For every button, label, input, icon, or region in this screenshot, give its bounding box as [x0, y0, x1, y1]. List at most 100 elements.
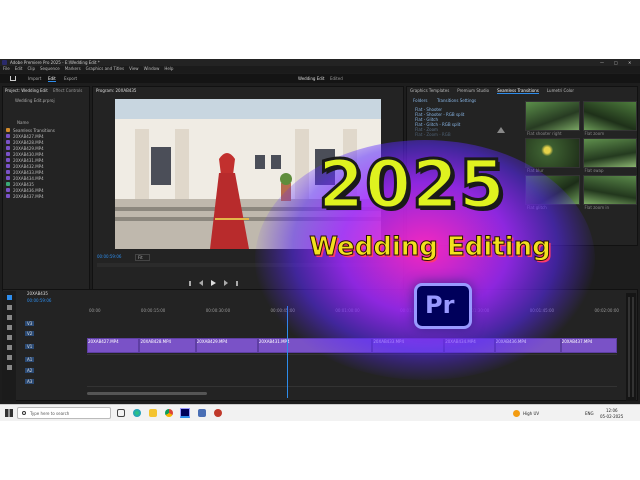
weather-text[interactable]: High UV [523, 411, 539, 416]
razor-tool-icon[interactable] [6, 325, 12, 330]
label-color-swatch [6, 152, 10, 156]
taskbar-search[interactable]: Type here to search [17, 407, 111, 419]
track-header-a1[interactable]: A1 [25, 354, 85, 365]
edge-browser-icon[interactable] [133, 409, 141, 417]
mark-out-icon[interactable] [236, 280, 238, 286]
menu-sequence[interactable]: Sequence [40, 66, 60, 73]
menu-view[interactable]: View [129, 66, 139, 73]
clock-time[interactable]: 12:06 [606, 408, 618, 413]
subtab-folders[interactable]: Folders [413, 98, 427, 103]
timeline-clip[interactable]: 20XAB429.MP4 [195, 338, 258, 353]
timeline-clip[interactable]: 20XAB437.MP4 [560, 338, 617, 353]
timeline-timecode[interactable]: 00:00:59:06 [27, 298, 51, 303]
track-header-a3[interactable]: A3 [25, 376, 85, 387]
premiere-logo-text: Pr [425, 291, 455, 319]
timeline-clip[interactable]: 20XAB427.MP4 [87, 338, 140, 353]
tab-lumetri-color[interactable]: Lumetri Color [547, 88, 574, 94]
app-icon[interactable] [198, 409, 206, 417]
track-header-v3[interactable]: V3 [25, 318, 85, 328]
selection-tool-icon[interactable] [6, 295, 12, 300]
tab-program[interactable]: Program: 20XAB435 [96, 88, 136, 93]
label-color-swatch [6, 188, 10, 192]
label-color-swatch [6, 158, 10, 162]
timeline-sequence-tab[interactable]: 20XAB435 [27, 291, 48, 296]
clock-date[interactable]: 05-02-2025 [600, 414, 623, 419]
slip-tool-icon[interactable] [6, 335, 12, 340]
tab-seamless-transitions[interactable]: Seamless Transitions [497, 88, 539, 94]
menu-graphics[interactable]: Graphics and Titles [86, 66, 124, 73]
close-button[interactable]: ✕ [628, 60, 631, 65]
tools-panel [2, 291, 16, 401]
track-select-icon[interactable] [6, 305, 12, 310]
pen-tool-icon[interactable] [6, 345, 12, 350]
search-icon [22, 411, 26, 415]
maximize-button[interactable]: □ [614, 60, 618, 65]
track-header-v2[interactable]: V2 [25, 328, 85, 338]
project-panel: Project: Wedding Edit Effect Controls We… [2, 86, 90, 296]
label-color-swatch [6, 164, 10, 168]
tab-export[interactable]: Export [64, 76, 77, 81]
transition-thumbnail[interactable]: Flat zoom [582, 101, 637, 136]
app-icon[interactable] [214, 409, 222, 417]
project-name: Wedding Edit [298, 76, 325, 81]
audio-meters [626, 293, 636, 401]
home-icon[interactable] [10, 76, 16, 81]
menu-edit[interactable]: Edit [15, 66, 23, 73]
label-color-swatch [6, 182, 10, 186]
minimize-button[interactable]: — [600, 60, 604, 65]
taskbar-search-placeholder: Type here to search [30, 411, 70, 416]
subtab-transition-settings[interactable]: Transitions Settings [437, 98, 476, 103]
track-header-a2[interactable]: A2 [25, 365, 85, 376]
project-file-name: Wedding Edit.prproj [15, 98, 55, 103]
menu-markers[interactable]: Markers [65, 66, 81, 73]
file-explorer-icon[interactable] [149, 409, 157, 417]
task-view-icon[interactable] [117, 409, 125, 417]
step-forward-icon[interactable] [224, 280, 228, 286]
panel-tabs: Graphics Templates Premium Studio Seamle… [410, 88, 574, 94]
list-item[interactable]: Flat - Zoom - RGB [415, 132, 464, 137]
list-item[interactable]: 20XAB437.MP4 [6, 193, 88, 199]
play-icon[interactable] [211, 280, 216, 286]
timeline-clip[interactable]: 20XAB428.MP4 [139, 338, 196, 353]
window-title: Adobe Premiere Pro 2025 - E:\Wedding Edi… [10, 60, 100, 65]
label-color-swatch [6, 194, 10, 198]
menu-file[interactable]: File [3, 66, 10, 73]
tab-premium-studio[interactable]: Premium Studio [457, 88, 489, 94]
timeline-scrollbar[interactable] [87, 392, 207, 395]
windows-start-icon[interactable] [5, 409, 13, 417]
type-tool-icon[interactable] [6, 365, 12, 370]
premiere-taskbar-icon[interactable] [180, 408, 190, 418]
menu-window[interactable]: Window [144, 66, 160, 73]
premiere-app-icon [2, 60, 7, 65]
track-headers: V3 V2 V1 A1 A2 A3 [25, 318, 85, 387]
track-header-v1[interactable]: V1 [25, 338, 85, 354]
tab-edit[interactable]: Edit [48, 76, 56, 82]
program-timecode[interactable]: 00:00:59:06 [97, 254, 121, 259]
transition-thumbnail[interactable]: Flat blur [525, 138, 580, 173]
tab-project[interactable]: Project: Wedding Edit [5, 88, 48, 93]
label-color-swatch [6, 128, 10, 132]
language-indicator[interactable]: ENG [585, 411, 594, 416]
upload-arrow-icon[interactable] [497, 127, 505, 133]
fit-dropdown[interactable]: Fit [135, 254, 150, 261]
menu-clip[interactable]: Clip [27, 66, 35, 73]
ripple-edit-icon[interactable] [6, 315, 12, 320]
hand-tool-icon[interactable] [6, 355, 12, 360]
mark-in-icon[interactable] [189, 280, 191, 286]
tab-effect-controls[interactable]: Effect Controls [53, 88, 82, 93]
tab-graphics-templates[interactable]: Graphics Templates [410, 88, 449, 94]
transition-thumbnail[interactable]: Flat zoom in [582, 175, 637, 210]
tab-import[interactable]: Import [28, 76, 41, 81]
chrome-icon[interactable] [165, 409, 173, 417]
step-back-icon[interactable] [199, 280, 203, 286]
transition-thumbnail[interactable]: Flat swap [582, 138, 637, 173]
meter-level [632, 297, 634, 397]
weather-icon [513, 410, 520, 417]
menu-help[interactable]: Help [164, 66, 173, 73]
title-bar: Adobe Premiere Pro 2025 - E:\Wedding Edi… [0, 59, 640, 66]
overlay-year: 2025 [317, 146, 507, 223]
project-item-list: Seamless Transitions 20XAB427.MP4 20XAB4… [6, 127, 88, 199]
premiere-logo: Pr [414, 283, 472, 329]
transition-thumbnail[interactable]: Flat shooter right [525, 101, 580, 136]
label-color-swatch [6, 146, 10, 150]
